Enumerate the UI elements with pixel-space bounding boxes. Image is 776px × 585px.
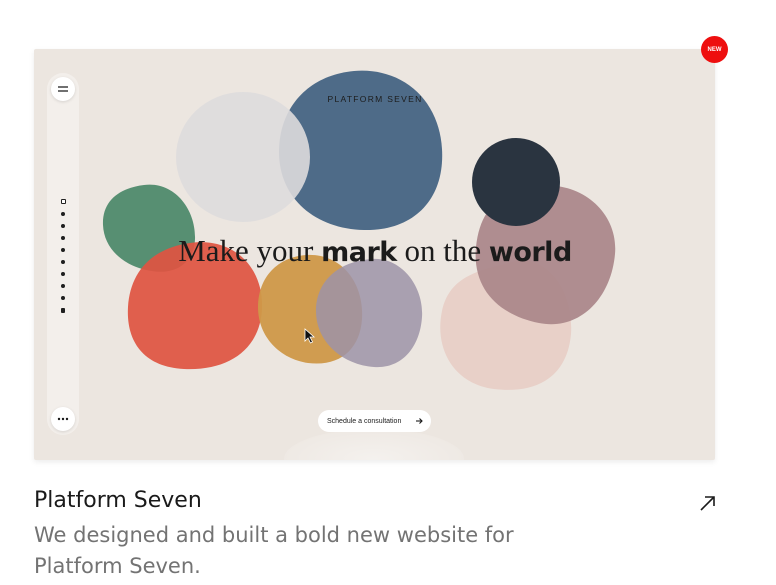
nav-dot[interactable] — [61, 224, 65, 228]
grey-blob — [176, 92, 310, 222]
cta-label: Schedule a consultation — [327, 417, 402, 425]
navy-blob — [472, 138, 560, 226]
headline-part-2: on the — [396, 233, 489, 268]
project-title[interactable]: Platform Seven — [34, 488, 202, 513]
nav-dot[interactable] — [61, 248, 65, 252]
nav-dot[interactable] — [61, 199, 66, 204]
preview-sidebar — [47, 73, 79, 435]
nav-dot[interactable] — [61, 260, 65, 264]
nav-dot[interactable] — [61, 212, 65, 216]
headline-part-1: Make your — [178, 233, 322, 268]
headline-bold-2: world — [488, 237, 572, 268]
headline-bold-1: mark — [321, 237, 397, 268]
menu-button[interactable] — [51, 77, 75, 101]
nav-dot[interactable] — [61, 308, 65, 313]
menu-icon — [58, 86, 68, 92]
project-description: We designed and built a bold new website… — [34, 523, 514, 578]
nav-dot[interactable] — [61, 284, 65, 288]
arrow-right-icon — [411, 413, 427, 429]
nav-dot[interactable] — [61, 296, 65, 300]
nav-dot[interactable] — [61, 272, 65, 276]
project-tile: PLATFORM SEVEN Make your mark on the wor… — [0, 0, 776, 585]
more-icon — [57, 417, 69, 421]
hero-headline: Make your mark on the world — [154, 233, 596, 269]
brand-wordmark: PLATFORM SEVEN — [327, 94, 423, 104]
new-badge: NEW — [701, 36, 728, 63]
mouse-cursor-icon — [304, 328, 316, 344]
section-nav-dots[interactable] — [61, 199, 66, 321]
schedule-consultation-button[interactable]: Schedule a consultation — [318, 410, 431, 432]
external-link-arrow-icon[interactable] — [696, 491, 720, 515]
more-button[interactable] — [51, 407, 75, 431]
nav-dot[interactable] — [61, 236, 65, 240]
project-preview-card[interactable]: PLATFORM SEVEN Make your mark on the wor… — [34, 49, 715, 460]
